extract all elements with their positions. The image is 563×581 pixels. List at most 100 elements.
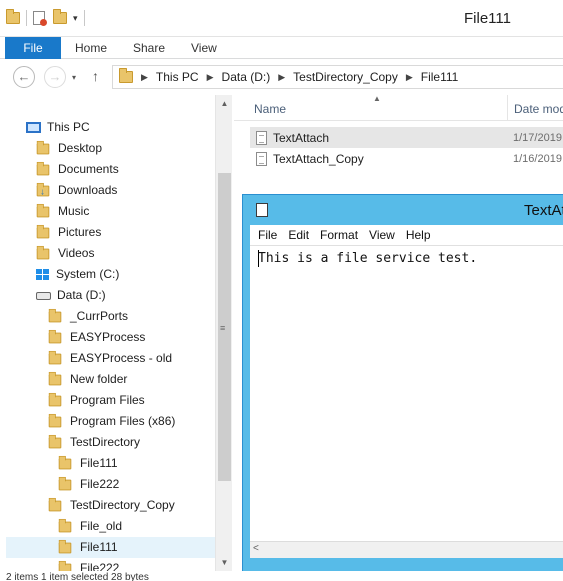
scroll-left-arrow-icon[interactable]: < <box>253 543 259 554</box>
chevron-right-icon[interactable]: ▶ <box>141 72 148 83</box>
downloads-folder-icon <box>36 182 50 201</box>
tree-item-desktop[interactable]: Desktop <box>36 138 102 159</box>
tree-item-program-files-x86[interactable]: Program Files (x86) <box>48 411 175 432</box>
chevron-right-icon[interactable]: ▶ <box>278 72 285 83</box>
customize-quick-access-dropdown-icon[interactable]: ▾ <box>73 13 78 24</box>
menu-format[interactable]: Format <box>320 228 358 242</box>
notepad-text-area[interactable]: This is a file service test. <box>250 245 563 557</box>
folder-icon <box>48 434 62 448</box>
tree-item-label: This PC <box>47 120 90 134</box>
tab-view[interactable]: View <box>191 37 217 59</box>
tab-home[interactable]: Home <box>75 37 107 59</box>
breadcrumb-data-drive[interactable]: Data (D:) <box>222 70 271 84</box>
folder-icon <box>58 560 72 571</box>
tree-item-currports[interactable]: _CurrPorts <box>48 306 128 327</box>
tree-item-label: TestDirectory <box>70 435 141 449</box>
navigation-bar: ← → ▾ ↑ ▶ This PC ▶ Data (D:) ▶ TestDire… <box>0 59 563 95</box>
file-date: 1/17/2019 <box>513 131 562 144</box>
navigation-pane: This PC Desktop Documents Downloads Musi… <box>0 95 232 571</box>
tree-item-label: Music <box>58 204 90 218</box>
documents-folder-icon <box>36 161 50 175</box>
divider <box>83 10 85 26</box>
tree-item-system-c[interactable]: System (C:) <box>36 264 119 285</box>
tree-item-easyprocess[interactable]: EASYProcess <box>48 327 145 348</box>
back-button[interactable]: ← <box>13 66 35 88</box>
tree-item-testdirectory-file222[interactable]: File222 <box>58 474 119 495</box>
folder-icon <box>58 518 72 532</box>
chevron-right-icon[interactable]: ▶ <box>207 72 214 83</box>
desktop-folder-icon <box>36 140 50 154</box>
file-row-textattach[interactable]: TextAttach 1/17/2019 <box>250 127 563 148</box>
breadcrumb-testdirectory-copy[interactable]: TestDirectory_Copy <box>293 70 398 84</box>
navigation-pane-scrollbar[interactable]: ▲ ≡ ▼ <box>215 95 232 571</box>
new-folder-icon[interactable] <box>53 9 67 24</box>
tree-item-label: Pictures <box>58 225 102 239</box>
file-name: TextAttach_Copy <box>273 151 364 166</box>
properties-icon[interactable] <box>33 11 47 26</box>
music-folder-icon <box>36 203 50 217</box>
tree-item-label: Downloads <box>58 183 118 197</box>
notepad-title-bar[interactable]: TextAt <box>243 195 563 225</box>
tree-item-file-old[interactable]: File_old <box>58 516 122 537</box>
chevron-right-icon[interactable]: ▶ <box>406 72 413 83</box>
notepad-window: TextAt File Edit Format View Help This i… <box>242 194 563 572</box>
folder-icon <box>48 392 62 406</box>
tree-item-new-folder[interactable]: New folder <box>48 369 127 390</box>
tree-item-file111-selected[interactable]: File111 <box>6 537 215 558</box>
address-bar[interactable]: ▶ This PC ▶ Data (D:) ▶ TestDirectory_Co… <box>112 65 563 89</box>
forward-button[interactable]: → <box>44 66 66 88</box>
tree-item-label: File222 <box>80 477 120 491</box>
up-button[interactable]: ↑ <box>92 68 99 84</box>
recent-locations-dropdown-icon[interactable]: ▾ <box>72 73 76 82</box>
file-row-textattach-copy[interactable]: TextAttach_Copy 1/16/2019 <box>250 148 563 169</box>
tree-item-label: Program Files <box>70 393 145 407</box>
tree-item-documents[interactable]: Documents <box>36 159 119 180</box>
scroll-down-arrow-icon[interactable]: ▼ <box>216 554 233 571</box>
drive-icon <box>36 291 51 300</box>
divider <box>26 10 27 26</box>
tab-share[interactable]: Share <box>133 37 165 59</box>
tree-item-downloads[interactable]: Downloads <box>36 180 117 201</box>
file-date: 1/16/2019 <box>513 152 562 165</box>
tree-item-videos[interactable]: Videos <box>36 243 94 264</box>
column-divider[interactable] <box>507 95 508 121</box>
tree-item-label: Desktop <box>58 141 103 155</box>
windows-drive-icon <box>36 268 50 281</box>
tree-item-this-pc[interactable]: This PC <box>26 117 90 138</box>
text-file-icon <box>256 151 267 166</box>
tree-item-label: New folder <box>70 372 128 386</box>
tree-item-label: File111 <box>80 540 118 554</box>
tree-item-testdirectory-file111[interactable]: File111 <box>58 453 118 474</box>
ribbon-tabs: File Home Share View <box>0 37 563 59</box>
folder-icon <box>58 539 72 553</box>
tree-item-pictures[interactable]: Pictures <box>36 222 101 243</box>
notepad-horizontal-scrollbar[interactable]: < <box>250 541 563 558</box>
tree-item-easyprocess-old[interactable]: EASYProcess - old <box>48 348 172 369</box>
tab-file[interactable]: File <box>5 37 61 59</box>
tree-item-testdirectory-copy[interactable]: TestDirectory_Copy <box>48 495 175 516</box>
menu-view[interactable]: View <box>369 228 395 242</box>
column-header-name[interactable]: Name <box>254 102 286 116</box>
tree-item-label: Data (D:) <box>57 288 106 302</box>
status-bar: 2 items 1 item selected 28 bytes <box>0 571 563 581</box>
menu-edit[interactable]: Edit <box>288 228 309 242</box>
tree-item-label: _CurrPorts <box>70 309 129 323</box>
tree-item-label: File111 <box>80 456 118 470</box>
quick-access-toolbar: ▾ <box>6 9 91 26</box>
breadcrumb-file111[interactable]: File111 <box>421 70 459 84</box>
title-bar: ▾ File111 <box>0 0 563 37</box>
tree-item-testdirectory[interactable]: TestDirectory <box>48 432 140 453</box>
tree-item-file222[interactable]: File222 <box>58 558 119 571</box>
tree-item-music[interactable]: Music <box>36 201 89 222</box>
menu-file[interactable]: File <box>258 228 277 242</box>
column-header-date-modified[interactable]: Date mod <box>514 102 563 116</box>
folder-icon <box>58 455 72 469</box>
scroll-up-arrow-icon[interactable]: ▲ <box>216 95 233 112</box>
menu-help[interactable]: Help <box>406 228 431 242</box>
tree-item-program-files[interactable]: Program Files <box>48 390 145 411</box>
tree-item-label: EASYProcess - old <box>70 351 173 365</box>
breadcrumb-this-pc[interactable]: This PC <box>156 70 199 84</box>
tree-item-data-d[interactable]: Data (D:) <box>36 285 106 306</box>
folder-icon <box>48 497 62 511</box>
tree-item-label: File_old <box>80 519 123 533</box>
